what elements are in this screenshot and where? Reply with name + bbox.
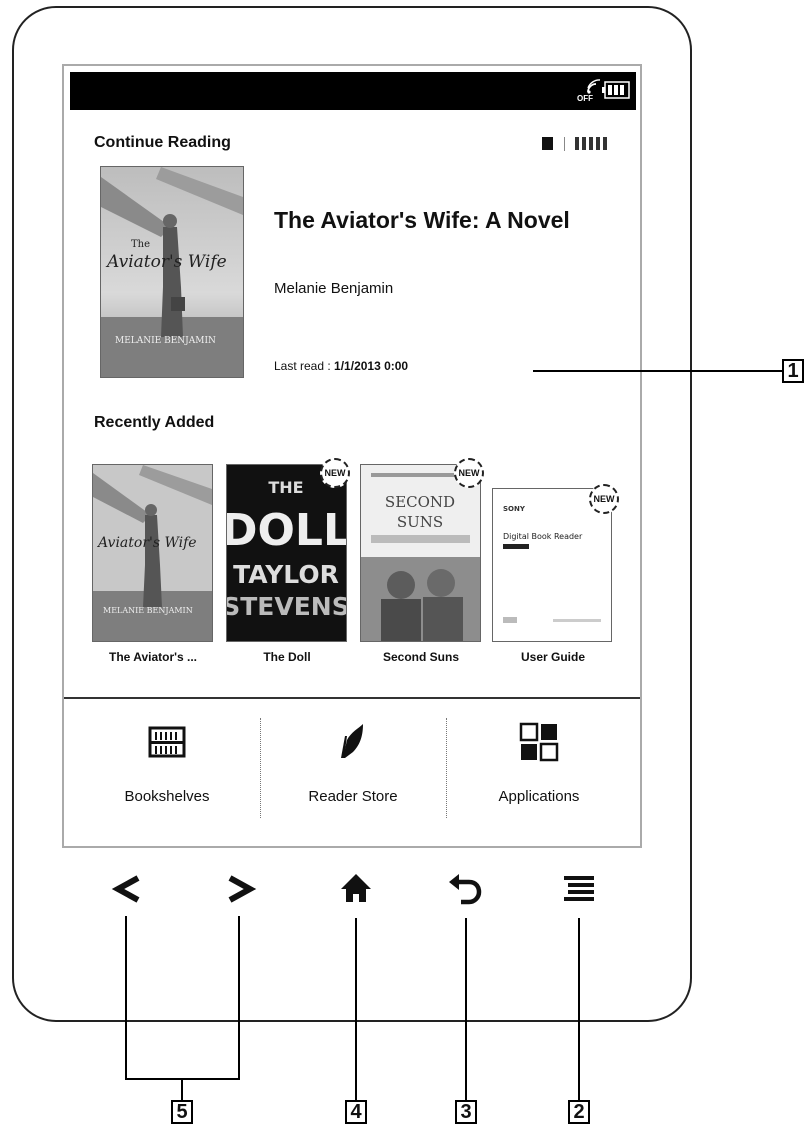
last-read-label: Last read : bbox=[274, 359, 335, 373]
svg-text:SECOND: SECOND bbox=[385, 493, 455, 511]
callout-5: 5 bbox=[171, 1100, 193, 1124]
callout-line-5d bbox=[181, 1078, 183, 1100]
continue-reading-author: Melanie Benjamin bbox=[274, 280, 394, 297]
aviators-wife-cover-art: Aviator's Wife MELANIE BENJAMIN bbox=[93, 465, 212, 641]
svg-text:Aviator's Wife: Aviator's Wife bbox=[105, 252, 227, 272]
recent-book-label[interactable]: User Guide bbox=[488, 650, 618, 664]
bookshelf-icon bbox=[148, 726, 186, 758]
bookshelves-button[interactable]: Bookshelves bbox=[74, 698, 260, 848]
last-read-info: Last read : 1/1/2013 0:00 bbox=[274, 359, 408, 373]
continue-reading-title[interactable]: The Aviator's Wife: A Novel bbox=[274, 206, 594, 234]
recent-book-cover[interactable]: THE DOLL TAYLOR STEVENS bbox=[226, 464, 347, 642]
callout-line-2 bbox=[578, 918, 580, 1100]
svg-text:Digital Book Reader: Digital Book Reader bbox=[503, 532, 583, 541]
svg-text:DOLL: DOLL bbox=[227, 505, 346, 556]
new-badge: NEW bbox=[454, 458, 484, 488]
next-page-icon[interactable] bbox=[214, 860, 264, 918]
svg-text:The: The bbox=[131, 239, 150, 250]
user-guide-cover-art: SONY Digital Book Reader bbox=[493, 489, 611, 641]
new-badge: NEW bbox=[589, 484, 619, 514]
last-read-value: 1/1/2013 0:00 bbox=[334, 359, 409, 373]
callout-3: 3 bbox=[455, 1100, 477, 1124]
svg-text:THE: THE bbox=[268, 478, 303, 497]
callout-2: 2 bbox=[568, 1100, 590, 1124]
recent-book-label[interactable]: The Doll bbox=[222, 650, 352, 664]
reader-screen: OFF Continue Reading The Aviator's Wife … bbox=[62, 64, 642, 848]
reader-store-button[interactable]: Reader Store bbox=[260, 698, 446, 848]
recent-book-cover[interactable]: SECOND SUNS bbox=[360, 464, 481, 642]
battery-icon bbox=[602, 81, 630, 99]
applications-grid-icon bbox=[519, 722, 559, 762]
view-toggle-icon[interactable] bbox=[542, 136, 614, 152]
aviators-wife-cover-art: The Aviator's Wife MELANIE BENJAMIN bbox=[101, 167, 243, 377]
recent-book-label[interactable]: The Aviator's ... bbox=[88, 650, 218, 664]
home-icon[interactable] bbox=[331, 860, 381, 918]
wifi-state-label: OFF bbox=[577, 94, 593, 103]
recent-book-label[interactable]: Second Suns bbox=[356, 650, 486, 664]
the-doll-cover-art: THE DOLL TAYLOR STEVENS bbox=[227, 465, 346, 641]
recent-book-cover[interactable]: Aviator's Wife MELANIE BENJAMIN bbox=[92, 464, 213, 642]
callout-4: 4 bbox=[345, 1100, 367, 1124]
callout-line-5b bbox=[238, 916, 240, 1080]
applications-label: Applications bbox=[498, 788, 580, 805]
reader-store-icon bbox=[341, 724, 363, 758]
svg-text:STEVENS: STEVENS bbox=[227, 592, 346, 621]
reader-store-label: Reader Store bbox=[308, 788, 398, 805]
callout-line-4 bbox=[355, 918, 357, 1100]
svg-text:SUNS: SUNS bbox=[397, 513, 443, 531]
svg-text:SONY: SONY bbox=[503, 505, 526, 513]
new-badge: NEW bbox=[320, 458, 350, 488]
callout-1: 1 bbox=[782, 359, 804, 383]
svg-text:Aviator's Wife: Aviator's Wife bbox=[96, 535, 197, 551]
applications-button[interactable]: Applications bbox=[446, 698, 632, 848]
bookshelves-label: Bookshelves bbox=[124, 788, 210, 805]
second-suns-cover-art: SECOND SUNS bbox=[361, 465, 480, 641]
menu-icon[interactable] bbox=[554, 860, 604, 918]
svg-text:MELANIE BENJAMIN: MELANIE BENJAMIN bbox=[103, 606, 193, 615]
svg-text:TAYLOR: TAYLOR bbox=[233, 560, 339, 589]
recently-added-heading: Recently Added bbox=[94, 414, 215, 431]
callout-line-3 bbox=[465, 918, 467, 1100]
svg-text:MELANIE BENJAMIN: MELANIE BENJAMIN bbox=[115, 336, 216, 346]
status-bar: OFF bbox=[70, 72, 636, 110]
prev-page-icon[interactable] bbox=[104, 860, 154, 918]
callout-line-5a bbox=[125, 916, 127, 1080]
recent-book-cover[interactable]: SONY Digital Book Reader bbox=[492, 488, 612, 642]
back-icon[interactable] bbox=[441, 860, 491, 918]
continue-reading-cover[interactable]: The Aviator's Wife MELANIE BENJAMIN bbox=[100, 166, 244, 378]
callout-line-1 bbox=[533, 370, 783, 372]
continue-reading-heading: Continue Reading bbox=[94, 134, 231, 151]
